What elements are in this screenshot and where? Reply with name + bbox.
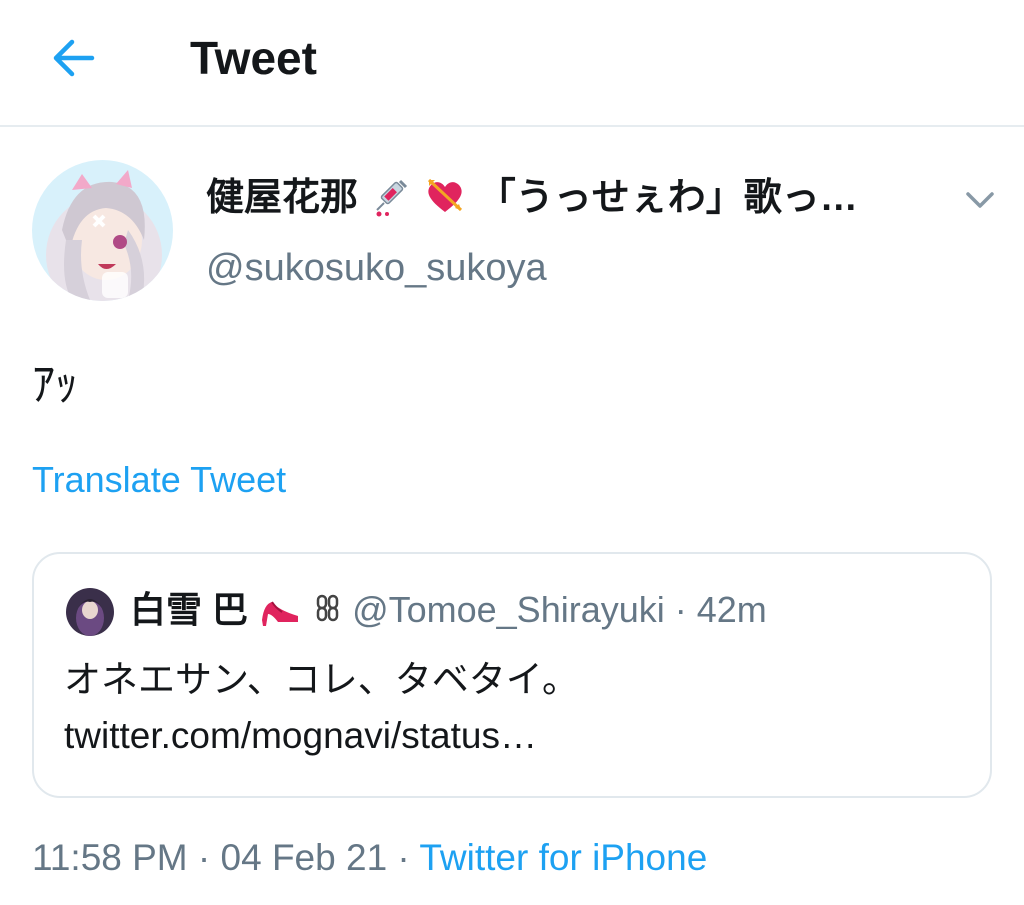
chain-emoji-icon bbox=[312, 586, 342, 630]
tweet-menu-button[interactable] bbox=[960, 182, 1000, 218]
translate-tweet-link[interactable]: Translate Tweet bbox=[32, 456, 286, 504]
tweet-text: ｱｯ bbox=[32, 357, 78, 411]
author-display-name[interactable]: 健屋花那 「うっせぇわ」歌っ… bbox=[206, 172, 858, 224]
quoted-text-body: オネエサン、コレ、タベタイ。 bbox=[64, 659, 580, 700]
syringe-emoji-icon bbox=[369, 174, 413, 218]
quoted-tweet-link[interactable]: twitter.com/mognavi/status… bbox=[64, 715, 537, 756]
author-avatar[interactable] bbox=[32, 160, 173, 301]
back-button[interactable] bbox=[46, 30, 102, 86]
tweet-date: 04 Feb 21 bbox=[220, 837, 388, 878]
quoted-author-avatar bbox=[66, 588, 114, 636]
author-name-suffix: 「うっせぇわ」歌っ… bbox=[477, 177, 858, 219]
arrow-left-icon bbox=[53, 39, 95, 77]
tweet-timestamp-line: 11:58 PM · 04 Feb 21 · Twitter for iPhon… bbox=[32, 832, 707, 884]
heart-with-arrow-emoji-icon bbox=[423, 174, 467, 218]
author-handle[interactable]: @sukosuko_sukoya bbox=[206, 242, 547, 294]
quoted-author-name: 白雪 巴 bbox=[130, 589, 249, 630]
quoted-author-handle: @Tomoe_Shirayuki bbox=[352, 589, 665, 630]
author-name-text: 健屋花那 bbox=[206, 177, 359, 219]
top-bar: Tweet bbox=[0, 0, 1024, 127]
quoted-tweet-card[interactable]: 白雪 巴 @Tomoe_Shirayuki · 42m オネエサン、コレ、タベタ… bbox=[32, 552, 992, 798]
tweet-time: 11:58 PM bbox=[32, 837, 188, 878]
quoted-tweet-text: オネエサン、コレ、タベタイ。 twitter.com/mognavi/statu… bbox=[64, 652, 974, 764]
page-title: Tweet bbox=[190, 32, 317, 84]
high-heel-emoji-icon bbox=[258, 586, 302, 630]
quoted-author-line: 白雪 巴 @Tomoe_Shirayuki · 42m bbox=[130, 584, 767, 636]
tweet-source-link[interactable]: Twitter for iPhone bbox=[419, 837, 707, 878]
separator-dot: · bbox=[187, 837, 221, 878]
separator-dot: · bbox=[664, 589, 697, 630]
separator-dot: · bbox=[387, 837, 420, 878]
quoted-tweet-time: 42m bbox=[696, 589, 767, 630]
chevron-down-icon bbox=[966, 192, 994, 208]
